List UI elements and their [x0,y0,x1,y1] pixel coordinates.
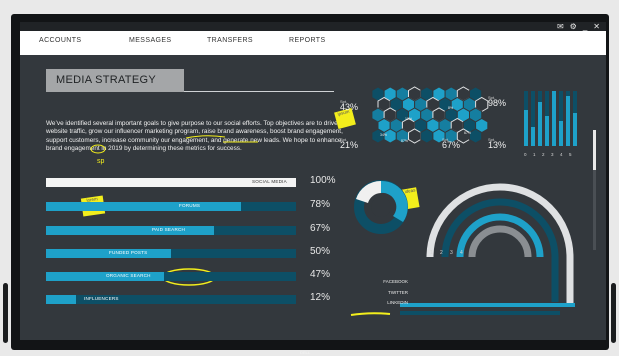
legend-twitter: TWITTER [388,290,408,295]
bar-label: ORGANIC SEARCH [106,273,151,278]
bar-row: ORGANIC SEARCH [46,272,296,281]
mini-bar-axis-label: 1 [533,152,536,157]
bar-row: INFLUENCERS [46,295,296,304]
arc-axis-3: 3 [450,250,453,256]
hex-inner-value: 34% [380,133,387,137]
circle-annotation [90,144,106,154]
bar-label: PAID SEARCH [152,227,186,232]
hex-stat-label: Spt. [488,137,495,142]
bar-fill [46,202,241,211]
hex-stat-label: Spt. [442,137,449,142]
mini-bar-axis-label: 4 [560,152,563,157]
arc-base-line [400,303,575,307]
hexagon-cell [420,128,434,144]
hexagon-cell [469,128,483,144]
bar-label: INFLUENCERS [84,296,119,301]
bar-percent: 67% [310,223,331,234]
bar-fill [46,226,214,235]
legend-linkedin: LINKEDIN [387,300,408,305]
radial-arc-chart [400,183,575,315]
mini-bar-axis-label: 5 [569,152,572,157]
mini-bar [573,113,577,146]
legend-facebook: FACEBOOK [383,279,408,284]
bar-percent: 12% [310,292,331,303]
bar-fill [46,295,76,304]
bar-percent: 47% [310,269,331,280]
arc-axis-2: 2 [440,250,443,256]
mini-bar-chart: 0 1 2 3 4 5 [524,91,577,157]
bar-label: SOCIAL MEDIA [252,179,287,184]
bar-label: FUNDED POSTS [109,250,148,255]
vertical-scrollbar[interactable] [593,130,596,250]
mini-bar-axis-label: 2 [542,152,545,157]
hexagon-infographic: 43%Spt. 98%Spt.21%Spt.67%Spt.13%Spt.12%34… [340,86,506,150]
mini-bar-axis-label: 3 [551,152,554,157]
mini-bar [552,91,556,146]
hex-stat-label: Spt. [340,99,347,104]
dock-label: DELL [300,350,311,355]
left-handle [3,283,8,343]
right-handle [611,283,616,343]
mini-bar [559,121,563,146]
hexagon-cell [408,128,422,144]
arc-base-line-2 [400,311,560,315]
mini-bar [531,127,535,146]
arc-axis-1: 1 [430,250,433,256]
mini-bar-axis-label: 0 [524,152,527,157]
bar-row: SOCIAL MEDIA [46,178,296,187]
bar-row: FORUMS [46,202,296,211]
bar-row: PAID SEARCH [46,226,296,235]
mini-bar [524,110,528,146]
hex-inner-value: 8% [448,106,453,110]
bar-percent: 50% [310,246,331,257]
donut-hole [371,197,391,217]
hex-stat-label: Spt. [340,137,347,142]
scribble-annotation [350,312,391,316]
mini-bar [538,102,542,146]
mini-bar [545,116,549,146]
hex-inner-value: 12% [405,117,412,121]
bar-percent: 100% [310,175,336,186]
bar-label: FORUMS [179,203,201,208]
mini-bar [566,96,570,146]
arc-4 [468,225,532,258]
arrow-annotation [185,135,226,139]
scrollbar-thumb[interactable] [593,130,596,170]
hex-inner-value: 67% [464,131,471,135]
arc-axis-4: 4 [460,250,463,256]
hex-stat-label: Spt. [488,95,495,100]
bar-percent: 78% [310,199,331,210]
app-screen: ✉ ⚙ _ ✕ ACCOUNTS MESSAGES TRANSFERS REPO… [20,22,606,340]
sp-annotation: sp [97,158,105,165]
bar-row: FUNDED POSTS [46,249,296,258]
hex-inner-value: 87% [401,139,408,143]
